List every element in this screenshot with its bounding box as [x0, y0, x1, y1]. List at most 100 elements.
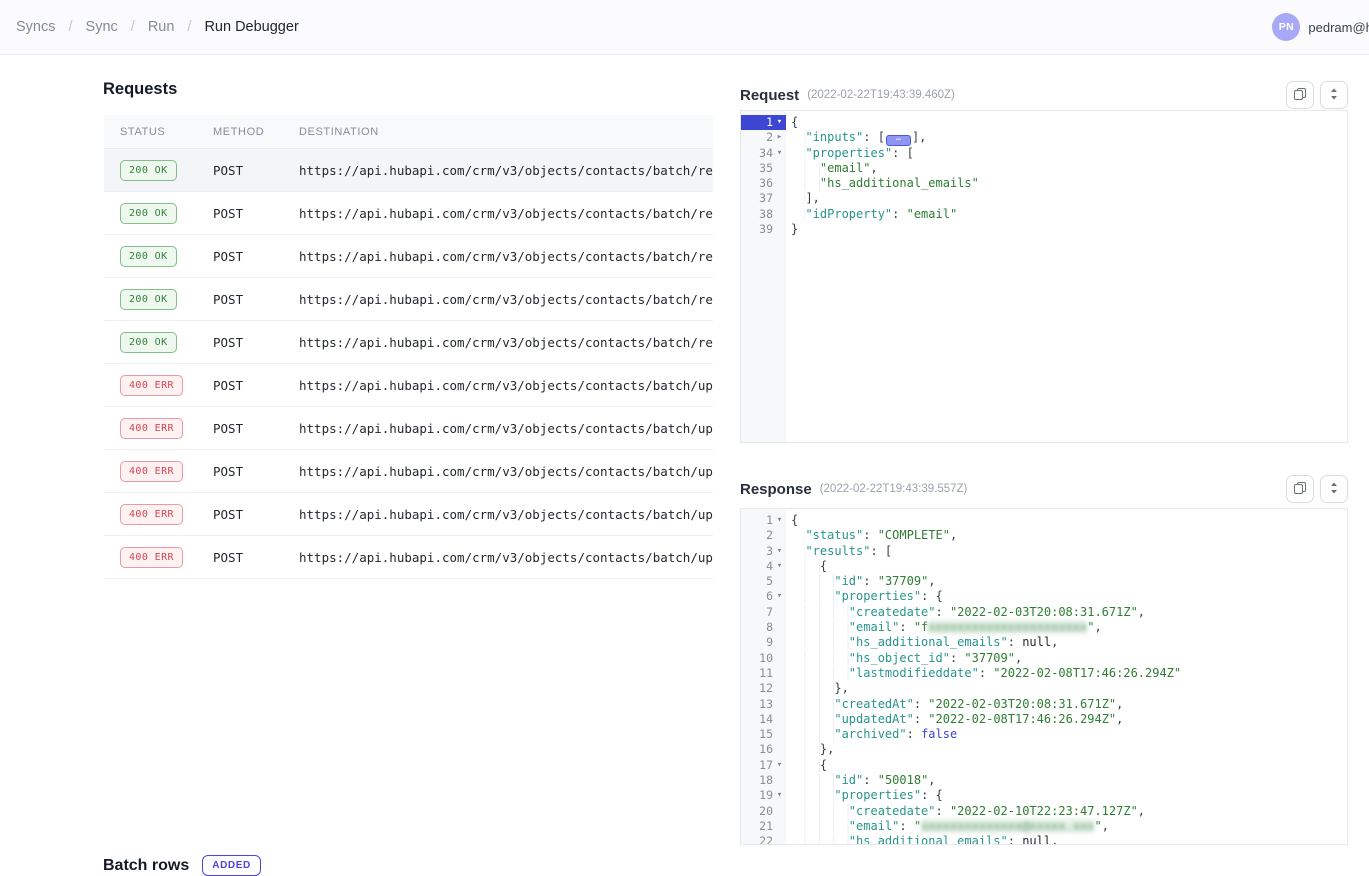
destination-cell: https://api.hubapi.com/crm/v3/objects/co…: [299, 335, 713, 350]
code-text[interactable]: "email": "xxxxxxxxxxxxxx@xxxxx.xxx",: [786, 819, 1109, 834]
method-cell: POST: [213, 249, 299, 264]
request-row[interactable]: 200 OKPOSThttps://api.hubapi.com/crm/v3/…: [104, 321, 713, 364]
status-cell: 400 ERR: [120, 375, 213, 396]
request-row[interactable]: 400 ERR POSThttps://api.hubapi.com/crm/v3…: [104, 450, 713, 493]
status-cell: 200 OK: [120, 203, 213, 224]
code-token: "email": [907, 207, 958, 221]
code-token: "50018": [878, 773, 929, 787]
code-token: :: [863, 528, 877, 542]
line-number: 10: [759, 651, 773, 666]
code-text[interactable]: "lastmodifieddate": "2022-02-08T17:46:26…: [786, 666, 1181, 681]
code-text[interactable]: "properties": {: [786, 788, 943, 803]
request-row[interactable]: 200 OKPOSThttps://api.hubapi.com/crm/v3/…: [104, 192, 713, 235]
code-text[interactable]: "properties": [: [786, 146, 914, 161]
code-text[interactable]: "createdate": "2022-02-03T20:08:31.671Z"…: [786, 605, 1145, 620]
fold-open-icon[interactable]: ▾: [773, 758, 786, 773]
line-number: 6: [766, 589, 773, 604]
destination-cell: https://api.hubapi.com/crm/v3/objects/co…: [299, 163, 713, 178]
code-text[interactable]: ],: [786, 191, 820, 206]
avatar[interactable]: PN: [1272, 13, 1300, 41]
code-token: {: [820, 559, 827, 573]
code-token: "properties": [834, 589, 921, 603]
code-token: : {: [921, 788, 943, 802]
code-text[interactable]: "hs_additional_emails": [786, 176, 979, 191]
request-row[interactable]: 400 ERRPOSThttps://api.hubapi.com/crm/v3…: [104, 493, 713, 536]
code-text[interactable]: "updatedAt": "2022-02-08T17:46:26.294Z",: [786, 712, 1123, 727]
code-line: 2▸ "inputs": [⋯],: [741, 130, 1347, 145]
code-token: [791, 207, 805, 221]
fold-open-icon[interactable]: ▾: [773, 146, 786, 161]
method-cell: POST: [213, 464, 299, 479]
breadcrumb-run[interactable]: Run: [148, 19, 175, 35]
breadcrumb-sync[interactable]: Sync: [86, 19, 118, 35]
request-row[interactable]: 200 OKPOSThttps://api.hubapi.com/crm/v3/…: [104, 235, 713, 278]
fold-open-icon[interactable]: ▾: [773, 788, 786, 803]
code-text[interactable]: {: [786, 115, 798, 130]
request-row[interactable]: 400 ERRPOSThttps://api.hubapi.com/crm/v3…: [104, 407, 713, 450]
user-menu[interactable]: PN pedram@hig: [1272, 13, 1369, 41]
code-text[interactable]: }: [786, 222, 798, 237]
copy-button[interactable]: [1286, 81, 1314, 109]
code-text[interactable]: {: [786, 559, 827, 574]
code-text[interactable]: },: [786, 742, 834, 757]
destination-cell: https://api.hubapi.com/crm/v3/objects/co…: [299, 464, 713, 479]
copy-button[interactable]: [1286, 475, 1314, 503]
code-text[interactable]: "createdAt": "2022-02-03T20:08:31.671Z",: [786, 697, 1123, 712]
breadcrumb-syncs[interactable]: Syncs: [16, 19, 56, 35]
request-code-editor[interactable]: 1▾{2▸ "inputs": [⋯],34▾ "properties": [3…: [740, 110, 1348, 443]
fold-open-icon[interactable]: ▾: [773, 589, 786, 604]
code-text[interactable]: "id": "50018",: [786, 773, 936, 788]
code-text[interactable]: "id": "37709",: [786, 574, 936, 589]
code-text[interactable]: "status": "COMPLETE",: [786, 528, 957, 543]
fold-open-icon[interactable]: ▾: [773, 115, 786, 130]
code-token: [791, 651, 849, 665]
line-number: 11: [759, 666, 773, 681]
expand-collapse-icon: [1328, 481, 1340, 498]
code-text[interactable]: "hs_object_id": "37709",: [786, 651, 1022, 666]
code-token: "properties": [805, 146, 892, 160]
status-badge: 400 ERR: [120, 461, 183, 482]
destination-cell: https://api.hubapi.com/crm/v3/objects/co…: [299, 249, 713, 264]
expand-collapse-button[interactable]: [1320, 81, 1348, 109]
expand-collapse-button[interactable]: [1320, 475, 1348, 503]
code-token: :: [914, 697, 928, 711]
line-number: 34: [759, 146, 773, 161]
code-line: 1▾{: [741, 513, 1347, 528]
request-row[interactable]: 200 OKPOSThttps://api.hubapi.com/crm/v3/…: [104, 149, 713, 192]
code-token: "37709": [878, 574, 929, 588]
column-header-destination: DESTINATION: [299, 126, 713, 138]
response-code-editor[interactable]: 1▾{2 "status": "COMPLETE",3▾ "results": …: [740, 508, 1348, 845]
code-text[interactable]: "hs_additional_emails": null,: [786, 635, 1058, 650]
gutter: 13: [741, 697, 786, 712]
code-text[interactable]: "inputs": [⋯],: [786, 130, 926, 145]
code-token: null: [1022, 834, 1051, 845]
fold-open-icon[interactable]: ▾: [773, 513, 786, 528]
destination-cell: https://api.hubapi.com/crm/v3/objects/co…: [299, 421, 713, 436]
code-text[interactable]: "hs_additional_emails": null,: [786, 834, 1058, 845]
code-text[interactable]: "properties": {: [786, 589, 943, 604]
fold-closed-icon[interactable]: ▸: [773, 130, 786, 145]
code-text[interactable]: "idProperty": "email": [786, 207, 957, 222]
code-token: [791, 742, 820, 756]
code-token: "2022-02-03T20:08:31.671Z": [928, 697, 1116, 711]
code-text[interactable]: {: [786, 513, 798, 528]
code-text[interactable]: "email": "fxxxxxxxxxxxxxxxxxxxxxx",: [786, 620, 1102, 635]
code-text[interactable]: "results": [: [786, 544, 892, 559]
code-token: [791, 574, 834, 588]
line-number: 3: [766, 544, 773, 559]
line-number: 8: [766, 620, 773, 635]
code-text[interactable]: "archived": false: [786, 727, 957, 742]
status-cell: 400 ERR: [120, 461, 213, 482]
response-timestamp: (2022-02-22T19:43:39.557Z): [820, 483, 968, 495]
fold-open-icon[interactable]: ▾: [773, 559, 786, 574]
code-text[interactable]: "email",: [786, 161, 878, 176]
code-text[interactable]: },: [786, 681, 849, 696]
request-row[interactable]: 200 OKPOSThttps://api.hubapi.com/crm/v3/…: [104, 278, 713, 321]
request-row[interactable]: 400 ERRPOSThttps://api.hubapi.com/crm/v3…: [104, 536, 713, 579]
request-row[interactable]: 400 ERRPOSThttps://api.hubapi.com/crm/v3…: [104, 364, 713, 407]
code-token: "f: [914, 620, 928, 634]
code-text[interactable]: {: [786, 758, 827, 773]
code-line: 3▾ "results": [: [741, 544, 1347, 559]
code-text[interactable]: "createdate": "2022-02-10T22:23:47.127Z"…: [786, 804, 1145, 819]
fold-open-icon[interactable]: ▾: [773, 544, 786, 559]
